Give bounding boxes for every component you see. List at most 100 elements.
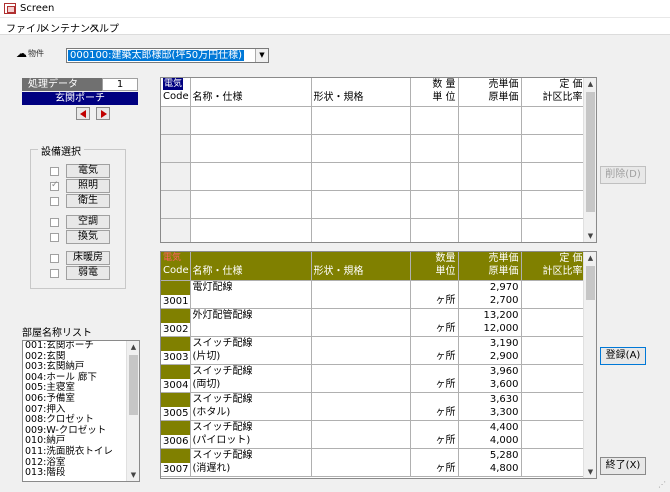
row-unit: ヶ所 bbox=[410, 448, 459, 477]
processing-count: 1 bbox=[102, 78, 138, 91]
scroll-up-icon[interactable]: ▲ bbox=[127, 341, 139, 353]
equip-button-sanitary[interactable]: 衛生 bbox=[66, 194, 110, 208]
row-code: 3005 bbox=[161, 392, 191, 421]
row-code: 3007 bbox=[161, 448, 191, 477]
room-list-scrollbar[interactable]: ▲ ▼ bbox=[126, 341, 139, 481]
table-row[interactable] bbox=[161, 134, 586, 163]
top-grid-scrollbar[interactable]: ▲ ▼ bbox=[583, 78, 596, 242]
table-row[interactable] bbox=[161, 190, 586, 219]
equip-button-aircon[interactable]: 空調 bbox=[66, 215, 110, 229]
row-name: スイッチ配線 (消遅れ) bbox=[190, 448, 312, 477]
row-price: 3,190 2,900 bbox=[458, 336, 522, 365]
app-icon bbox=[4, 3, 16, 14]
row-code: 3002 bbox=[161, 308, 191, 337]
row-code: 3001 bbox=[161, 280, 191, 309]
room-list-title: 部屋名称リスト bbox=[22, 328, 92, 339]
table-row[interactable] bbox=[161, 162, 586, 191]
header-spec: 形状・規格 bbox=[311, 78, 411, 107]
header-code: 電気 Code bbox=[161, 252, 191, 281]
row-price: 13,200 12,000 bbox=[458, 308, 522, 337]
scroll-up-icon[interactable]: ▲ bbox=[584, 78, 596, 90]
table-row[interactable]: 3002 外灯配管配線 ヶ所 13,200 12,000 bbox=[161, 308, 586, 337]
cloud-icon: ☁ bbox=[16, 47, 27, 60]
bottom-grid-scrollbar[interactable]: ▲ ▼ bbox=[583, 252, 596, 478]
row-unit: ヶ所 bbox=[410, 308, 459, 337]
delete-button[interactable]: 削除(D) bbox=[600, 166, 646, 184]
row-rate bbox=[521, 336, 586, 365]
row-spec bbox=[311, 336, 411, 365]
property-selected: 000100:建築太郎様邸(坪50万円仕様) bbox=[68, 50, 245, 61]
equip-check-sanitary[interactable] bbox=[50, 197, 59, 206]
exit-button[interactable]: 終了(X) bbox=[600, 457, 646, 475]
equip-button-floor-heating[interactable]: 床暖房 bbox=[66, 251, 110, 265]
top-grid: 電気 Code 名称・仕様 形状・規格 数 量単 位 売単価 原単価 定 価計区比率… bbox=[160, 77, 597, 243]
header-price: 売単価 原単価 bbox=[458, 78, 522, 107]
chevron-down-icon[interactable]: ▼ bbox=[255, 49, 268, 62]
list-item[interactable]: 011:洗面脱衣トイレ bbox=[25, 446, 125, 458]
bottom-grid: 電気 Code 名称・仕様 形状・規格 数量 単位 売単価 原単価 定 価計区比率 3… bbox=[160, 251, 597, 479]
menu-help[interactable]: ヘルプ bbox=[89, 20, 119, 35]
room-list[interactable]: 001:玄関ポーチ 002:玄関 003:玄関納戸 004:ホール 廊下 005… bbox=[22, 340, 140, 482]
scroll-up-icon[interactable]: ▲ bbox=[584, 252, 596, 264]
equip-check-aircon[interactable] bbox=[50, 218, 59, 227]
row-spec bbox=[311, 392, 411, 421]
table-row[interactable]: 3007 スイッチ配線 (消遅れ) ヶ所 5,280 4,800 bbox=[161, 448, 586, 477]
table-row[interactable]: 3006 スイッチ配線 (パイロット) ヶ所 4,400 4,000 bbox=[161, 420, 586, 449]
table-row[interactable]: 3003 スイッチ配線 (片切) ヶ所 3,190 2,900 bbox=[161, 336, 586, 365]
row-name: スイッチ配線 (パイロット) bbox=[190, 420, 312, 449]
row-price: 4,400 4,000 bbox=[458, 420, 522, 449]
title-bar bbox=[0, 0, 670, 18]
equipment-title: 設備選択 bbox=[38, 143, 84, 158]
equip-check-ventilation[interactable] bbox=[50, 233, 59, 242]
row-spec bbox=[311, 280, 411, 309]
scroll-down-icon[interactable]: ▼ bbox=[584, 466, 596, 478]
row-price: 5,280 4,800 bbox=[458, 448, 522, 477]
resize-grip-icon[interactable]: ⋰ bbox=[658, 480, 668, 490]
arrow-right-icon bbox=[101, 110, 107, 118]
next-room-button[interactable] bbox=[96, 107, 110, 120]
scroll-down-icon[interactable]: ▼ bbox=[127, 469, 139, 481]
current-room: 玄関ポーチ bbox=[22, 92, 138, 105]
row-code: 3006 bbox=[161, 420, 191, 449]
row-rate bbox=[521, 392, 586, 421]
header-price: 売単価 原単価 bbox=[458, 252, 522, 281]
table-row[interactable] bbox=[161, 218, 586, 242]
equip-button-weak-current[interactable]: 弱電 bbox=[66, 266, 110, 280]
equip-check-electric[interactable] bbox=[50, 167, 59, 176]
header-qty: 数 量単 位 bbox=[410, 78, 459, 107]
table-row[interactable]: 3004 スイッチ配線 (両切) ヶ所 3,960 3,600 bbox=[161, 364, 586, 393]
equip-button-lighting[interactable]: 照明 bbox=[66, 179, 110, 193]
category-badge: 電気 bbox=[163, 78, 184, 90]
table-row[interactable]: 3005 スイッチ配線 (ホタル) ヶ所 3,630 3,300 bbox=[161, 392, 586, 421]
scroll-thumb[interactable] bbox=[129, 355, 138, 415]
bottom-grid-header: 電気 Code 名称・仕様 形状・規格 数量 単位 売単価 原単価 定 価計区比率 bbox=[161, 252, 586, 281]
equip-check-lighting[interactable] bbox=[50, 180, 59, 191]
processing-label: 処理データ bbox=[22, 78, 102, 91]
scroll-thumb[interactable] bbox=[586, 266, 595, 300]
list-item[interactable]: 013:階段 bbox=[25, 468, 125, 479]
scroll-thumb[interactable] bbox=[586, 92, 595, 212]
table-row[interactable]: 3001 電灯配線 ヶ所 2,970 2,700 bbox=[161, 280, 586, 309]
header-rate: 定 価計区比率 bbox=[521, 78, 586, 107]
row-unit: ヶ所 bbox=[410, 364, 459, 393]
category-badge: 電気 bbox=[163, 253, 182, 263]
equip-button-ventilation[interactable]: 換気 bbox=[66, 230, 110, 244]
property-combo[interactable]: 000100:建築太郎様邸(坪50万円仕様) ▼ bbox=[66, 48, 269, 63]
list-item[interactable]: 001:玄関ポーチ bbox=[25, 341, 125, 352]
row-rate bbox=[521, 364, 586, 393]
scroll-down-icon[interactable]: ▼ bbox=[584, 230, 596, 242]
table-row[interactable] bbox=[161, 106, 586, 135]
row-spec bbox=[311, 420, 411, 449]
register-button[interactable]: 登録(A) bbox=[600, 347, 646, 365]
equip-check-weak-current[interactable] bbox=[50, 269, 59, 278]
equip-button-electric[interactable]: 電気 bbox=[66, 164, 110, 178]
prev-room-button[interactable] bbox=[76, 107, 90, 120]
list-item[interactable]: 006:予備室 bbox=[25, 393, 125, 405]
equip-check-floor-heating[interactable] bbox=[50, 254, 59, 263]
row-price: 2,970 2,700 bbox=[458, 280, 522, 309]
window-title: Screen bbox=[20, 3, 55, 14]
row-name: スイッチ配線 (片切) bbox=[190, 336, 312, 365]
row-unit: ヶ所 bbox=[410, 280, 459, 309]
top-grid-header: 電気 Code 名称・仕様 形状・規格 数 量単 位 売単価 原単価 定 価計区比率 bbox=[161, 78, 586, 107]
row-name: 電灯配線 bbox=[190, 280, 312, 309]
